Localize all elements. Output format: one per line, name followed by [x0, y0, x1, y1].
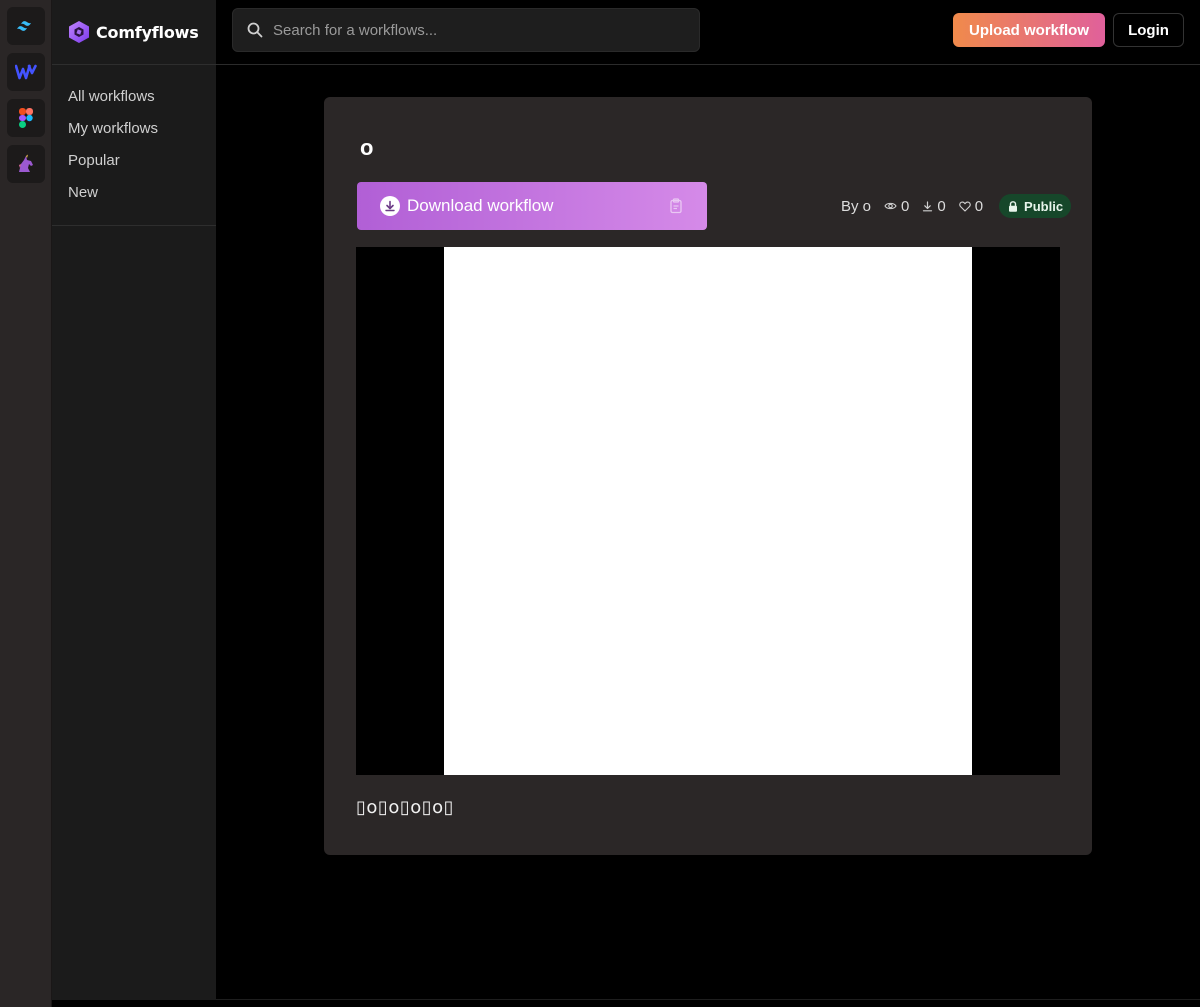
sidebar: Comfyflows All workflows My workflows Po… — [52, 0, 216, 1000]
likes-stat[interactable]: 0 — [958, 197, 984, 215]
figma-icon — [19, 108, 33, 128]
sidebar-item-popular[interactable]: Popular — [68, 150, 158, 182]
sidebar-item-all-workflows[interactable]: All workflows — [68, 86, 158, 118]
tailwind-icon — [17, 21, 31, 31]
figma-app-button[interactable] — [7, 99, 45, 137]
webflow-app-button[interactable] — [7, 53, 45, 91]
views-stat: 0 — [884, 198, 909, 215]
workflow-card: o Download workflow By o 0 0 0 Public ▯o… — [324, 97, 1092, 855]
search-icon — [247, 22, 263, 38]
likes-count: 0 — [974, 197, 984, 215]
page-bottom-divider — [216, 999, 1200, 1000]
comfyflows-logo-icon — [69, 21, 89, 43]
author-label: By o — [841, 197, 872, 215]
download-circle-icon — [380, 196, 400, 216]
search-box[interactable] — [232, 8, 700, 52]
sidebar-header-divider — [52, 64, 216, 65]
top-header: Upload workflow Login — [216, 0, 1200, 65]
brand-logo[interactable]: Comfyflows — [68, 20, 199, 44]
tailwind-app-button[interactable] — [7, 7, 45, 45]
download-workflow-button[interactable]: Download workflow — [357, 182, 707, 230]
upload-workflow-button[interactable]: Upload workflow — [953, 13, 1105, 47]
download-icon — [923, 200, 933, 211]
visibility-label: Public — [1024, 198, 1064, 214]
views-count: 0 — [901, 197, 910, 215]
workflow-meta: By o 0 0 0 Public — [841, 193, 1072, 219]
sidebar-item-my-workflows[interactable]: My workflows — [68, 118, 158, 150]
downloads-stat: 0 — [922, 197, 946, 215]
download-workflow-label: Download workflow — [407, 196, 554, 215]
lock-icon — [1009, 200, 1018, 212]
eye-icon — [884, 202, 897, 210]
workflow-preview — [356, 247, 1060, 775]
copy-icon[interactable] — [668, 198, 684, 214]
webflow-icon — [15, 64, 37, 80]
heart-icon — [958, 201, 971, 212]
visibility-badge: Public — [999, 194, 1072, 218]
downloads-count: 0 — [937, 197, 946, 215]
login-button[interactable]: Login — [1113, 13, 1184, 47]
unicorn-app-button[interactable] — [7, 145, 45, 183]
workflow-title: o — [360, 135, 374, 160]
preview-image[interactable] — [444, 247, 972, 775]
sidebar-nav: All workflows My workflows Popular New — [68, 86, 158, 214]
search-input[interactable] — [273, 21, 673, 39]
unicorn-icon — [19, 154, 33, 172]
app-rail — [0, 0, 52, 1007]
workflow-description: ▯o▯o▯o▯o▯ — [356, 797, 455, 818]
sidebar-divider — [52, 225, 216, 226]
sidebar-item-new[interactable]: New — [68, 182, 158, 214]
brand-name: Comfyflows — [96, 22, 199, 42]
